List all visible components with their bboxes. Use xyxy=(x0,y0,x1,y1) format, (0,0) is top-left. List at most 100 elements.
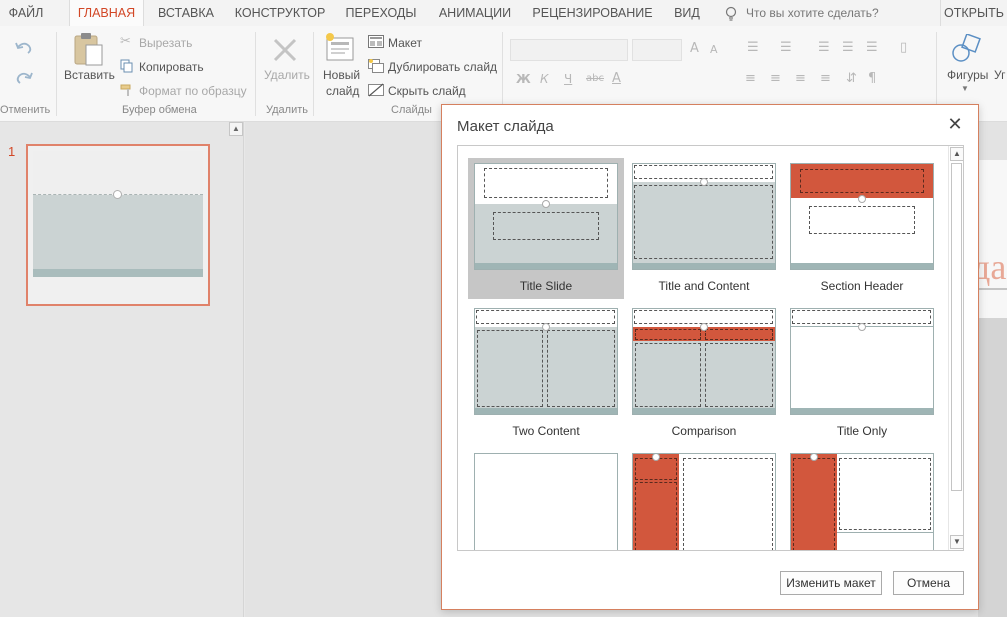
slide-thumbnail-pane: ▲ 1 xyxy=(0,122,244,617)
clipboard-group-label: Буфер обмена xyxy=(122,104,197,116)
layout-option-picture-with-caption[interactable] xyxy=(784,448,940,550)
layout-option-two-content[interactable]: Two Content xyxy=(468,303,624,444)
align-center-icon[interactable]: ≡ xyxy=(770,71,781,86)
text-direction-icon[interactable]: ⇵ xyxy=(846,71,857,86)
layout-option-title-slide[interactable]: Title Slide xyxy=(468,158,624,299)
paragraph-icon[interactable]: ¶ xyxy=(868,71,876,86)
apply-layout-button[interactable]: Изменить макет xyxy=(780,571,882,595)
tab-transitions[interactable]: ПЕРЕХОДЫ xyxy=(340,0,422,26)
layout-option-comparison[interactable]: Comparison xyxy=(626,303,782,444)
layout-icon xyxy=(368,35,384,48)
layout-name: Title Slide xyxy=(519,279,573,293)
layout-name: Section Header xyxy=(820,279,904,293)
tab-open[interactable]: ОТКРЫТЬ xyxy=(940,0,1007,26)
font-color-icon[interactable]: A xyxy=(612,71,621,86)
layout-option-title-and-content[interactable]: Title and Content xyxy=(626,158,782,299)
align-left-icon[interactable]: ≡ xyxy=(745,71,756,86)
layout-name: Two Content xyxy=(512,424,580,438)
slide-thumbnail-1[interactable] xyxy=(26,144,210,306)
bullets-icon[interactable]: ☰ xyxy=(747,40,759,55)
undo-icon[interactable] xyxy=(14,40,34,56)
divider-circle xyxy=(542,323,550,331)
tab-home[interactable]: ГЛАВНАЯ xyxy=(69,0,144,26)
layout-thumbnail xyxy=(474,163,618,270)
right-content-placeholder xyxy=(547,330,615,407)
tell-me-placeholder: Что вы хотите сделать? xyxy=(746,6,879,20)
title-placeholder xyxy=(476,310,615,324)
divider-circle xyxy=(542,200,550,208)
footer-band xyxy=(791,408,933,414)
columns-icon[interactable]: ▯ xyxy=(900,40,907,55)
group-separator xyxy=(255,32,256,116)
thumb-title-area xyxy=(33,151,203,195)
title-placeholder xyxy=(634,165,773,179)
caption-title-placeholder xyxy=(635,458,677,480)
dialog-title: Макет слайда xyxy=(457,118,554,135)
line-spacing-icon[interactable]: ☰ xyxy=(866,40,878,55)
underline-icon[interactable]: Ч xyxy=(564,72,572,86)
numbering-icon[interactable]: ☰ xyxy=(780,40,792,55)
cancel-button[interactable]: Отмена xyxy=(893,571,964,595)
strikethrough-icon[interactable]: abc xyxy=(586,73,604,84)
tab-insert[interactable]: ВСТАВКА xyxy=(150,0,222,26)
shapes-dropdown-arrow: ▼ xyxy=(961,84,969,93)
tell-me-box[interactable]: Что вы хотите сделать? xyxy=(724,0,879,26)
layout-thumbnail xyxy=(474,308,618,415)
redo-icon[interactable] xyxy=(14,70,34,86)
layout-option-section-header[interactable]: Section Header xyxy=(784,158,940,299)
layout-label: Макет xyxy=(388,36,422,50)
divider-circle xyxy=(700,178,708,186)
layout-name: Title Only xyxy=(836,424,888,438)
duplicate-slide-icon xyxy=(368,59,384,73)
italic-icon[interactable]: К xyxy=(540,72,549,86)
tab-view[interactable]: ВИД xyxy=(665,0,709,26)
hide-slide-label: Скрыть слайд xyxy=(388,84,466,98)
undo-group-label: Отменить xyxy=(0,104,51,116)
scroll-thumb[interactable] xyxy=(951,163,962,491)
duplicate-slide-label: Дублировать слайд xyxy=(388,60,498,74)
justify-icon[interactable]: ≡ xyxy=(820,71,831,86)
divider-circle xyxy=(652,454,660,461)
layout-option-content-with-caption[interactable] xyxy=(626,448,782,550)
bold-icon[interactable]: Ж xyxy=(516,72,531,86)
footer-band xyxy=(633,408,775,414)
layout-thumbnail xyxy=(632,163,776,270)
lightbulb-icon xyxy=(725,6,737,21)
increase-indent-icon[interactable]: ☰ xyxy=(842,40,854,55)
left-header-placeholder xyxy=(635,329,701,340)
layout-name: Comparison xyxy=(671,424,737,438)
align-right-icon[interactable]: ≡ xyxy=(795,71,806,86)
layout-thumbnail xyxy=(790,453,934,550)
subtitle-placeholder xyxy=(493,212,599,240)
slide-divider-peek xyxy=(978,288,1007,290)
slide-body-peek xyxy=(978,318,1007,617)
decrease-indent-icon[interactable]: ☰ xyxy=(818,40,830,55)
layout-thumbnail xyxy=(790,163,934,270)
divider-circle xyxy=(858,195,866,203)
caption-placeholder xyxy=(793,458,835,550)
left-content-placeholder xyxy=(477,330,543,407)
grow-font-icon[interactable]: A xyxy=(690,41,699,56)
tab-design[interactable]: КОНСТРУКТОР xyxy=(230,0,330,26)
tab-animations[interactable]: АНИМАЦИИ xyxy=(430,0,520,26)
layout-option-title-only[interactable]: Title Only xyxy=(784,303,940,444)
scroll-down-button[interactable]: ▼ xyxy=(950,535,963,549)
shrink-font-icon[interactable]: A xyxy=(710,43,718,56)
copy-label: Копировать xyxy=(139,60,204,74)
scissors-icon: ✂ xyxy=(120,34,131,49)
gallery-scrollbar[interactable]: ▲ ▼ xyxy=(948,146,963,550)
arrange-label[interactable]: Уг xyxy=(994,68,1005,82)
layout-option-blank[interactable] xyxy=(468,448,624,550)
close-icon[interactable]: ✕ xyxy=(945,115,965,135)
footer-band xyxy=(633,263,775,269)
tab-review[interactable]: РЕЦЕНЗИРОВАНИЕ xyxy=(530,0,655,26)
tab-file[interactable]: ФАЙЛ xyxy=(0,0,52,26)
font-name-combo[interactable] xyxy=(510,39,628,61)
thumb-scroll-up-button[interactable]: ▲ xyxy=(229,122,243,136)
paste-icon xyxy=(74,33,103,66)
hide-slide-icon xyxy=(368,83,384,97)
layout-dialog: Макет слайда ✕ Title Slide Title and Con… xyxy=(441,104,979,610)
scroll-up-button[interactable]: ▲ xyxy=(950,147,963,161)
font-size-combo[interactable] xyxy=(632,39,682,61)
picture-placeholder xyxy=(839,458,931,530)
